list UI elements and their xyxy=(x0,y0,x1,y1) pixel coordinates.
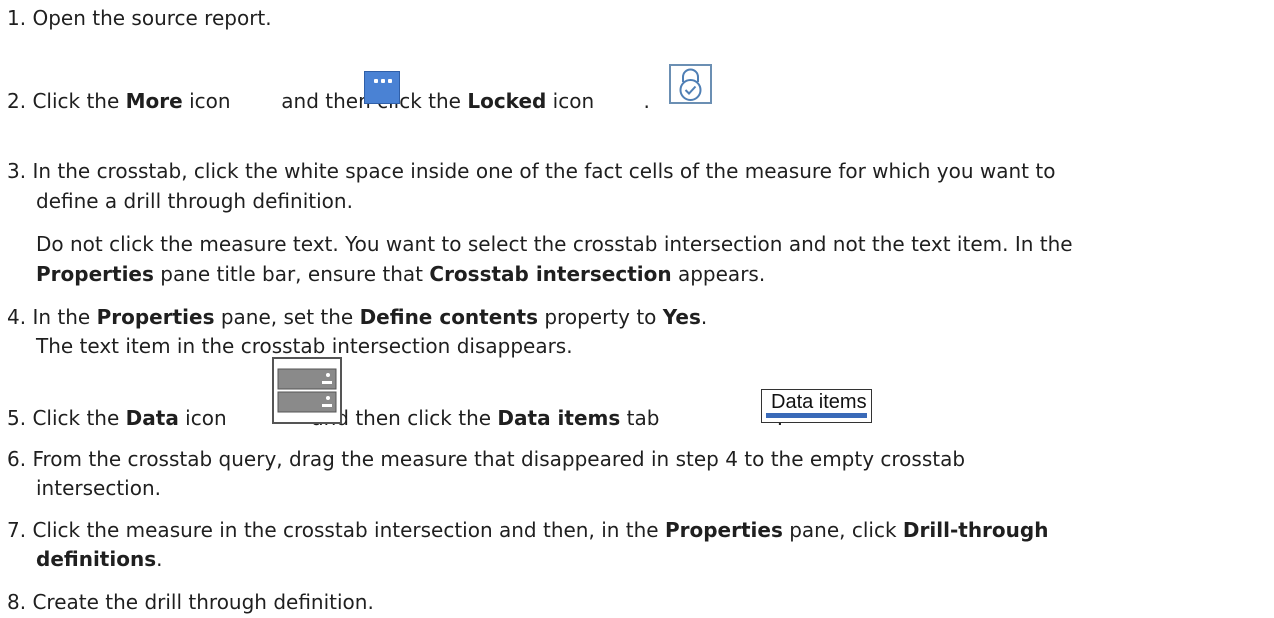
step-1: 1. Open the source report. xyxy=(7,5,272,31)
step-text: intersection. xyxy=(36,476,161,500)
step-number: 8. xyxy=(7,590,27,614)
step-text: . xyxy=(700,305,708,329)
step-7-cont: definitions. xyxy=(36,546,162,572)
step-8: 8. Create the drill through definition. xyxy=(7,589,374,615)
step-3: 3. In the crosstab, click the white spac… xyxy=(7,158,1055,184)
step-7: 7. Click the measure in the crosstab int… xyxy=(7,517,1048,543)
step-text: . xyxy=(643,89,650,113)
step-text: Click the xyxy=(32,406,126,430)
step-number: 3. xyxy=(7,159,27,183)
step-text: icon xyxy=(182,89,237,113)
step-text: icon xyxy=(546,89,601,113)
step-text: Click the xyxy=(32,89,126,113)
data-term: Data xyxy=(125,406,179,430)
data-icon xyxy=(272,357,342,424)
properties-term: Properties xyxy=(36,262,154,286)
step-text: . xyxy=(156,547,163,571)
step-text: In the crosstab, click the white space i… xyxy=(32,159,1056,183)
drill-through-term: Drill-through xyxy=(902,518,1049,542)
step-4-note: The text item in the crosstab intersecti… xyxy=(36,333,573,359)
tab-image-label: Data items xyxy=(771,391,867,413)
step-3-note-line2: Properties pane title bar, ensure that C… xyxy=(36,261,765,287)
step-number: 6. xyxy=(7,447,27,471)
data-items-tab-icon: Data items xyxy=(761,389,872,423)
step-6-cont: intersection. xyxy=(36,475,161,501)
step-text: icon xyxy=(178,406,233,430)
step-text: Open the source report. xyxy=(32,6,272,30)
step-number: 1. xyxy=(7,6,27,30)
step-text: define a drill through definition. xyxy=(36,189,353,213)
yes-term: Yes xyxy=(662,305,701,329)
step-text: Create the drill through definition. xyxy=(32,590,374,614)
step-number: 7. xyxy=(7,518,27,542)
properties-term: Properties xyxy=(664,518,783,542)
step-2: 2. Click the More icon and then click th… xyxy=(7,88,650,114)
step-4: 4. In the Properties pane, set the Defin… xyxy=(7,304,707,330)
step-text: tab xyxy=(620,406,666,430)
step-note: The text item in the crosstab intersecti… xyxy=(36,334,573,358)
step-text: Click the measure in the crosstab inters… xyxy=(32,518,665,542)
step-3-note-line1: Do not click the measure text. You want … xyxy=(36,231,1073,257)
properties-term: Properties xyxy=(96,305,215,329)
step-text: In the xyxy=(32,305,97,329)
step-note: Do not click the measure text. You want … xyxy=(36,232,1073,256)
locked-term: Locked xyxy=(467,89,547,113)
tab-underline xyxy=(766,413,867,418)
step-text: pane, set the xyxy=(214,305,360,329)
crosstab-intersection-term: Crosstab intersection xyxy=(429,262,672,286)
step-text: From the crosstab query, drag the measur… xyxy=(32,447,966,471)
step-number: 4. xyxy=(7,305,27,329)
locked-icon xyxy=(669,64,712,104)
step-6: 6. From the crosstab query, drag the mea… xyxy=(7,446,965,472)
data-items-term: Data items xyxy=(497,406,621,430)
step-3-cont: define a drill through definition. xyxy=(36,188,353,214)
step-number: 2. xyxy=(7,89,27,113)
step-number: 5. xyxy=(7,406,27,430)
step-5: 5. Click the Data icon and then click th… xyxy=(7,405,783,431)
more-term: More xyxy=(125,89,183,113)
define-contents-term: Define contents xyxy=(359,305,538,329)
step-note: pane title bar, ensure that xyxy=(153,262,430,286)
more-icon xyxy=(364,71,400,104)
step-text: property to xyxy=(538,305,663,329)
definitions-term: definitions xyxy=(36,547,157,571)
step-text: pane, click xyxy=(782,518,903,542)
step-note: appears. xyxy=(671,262,766,286)
